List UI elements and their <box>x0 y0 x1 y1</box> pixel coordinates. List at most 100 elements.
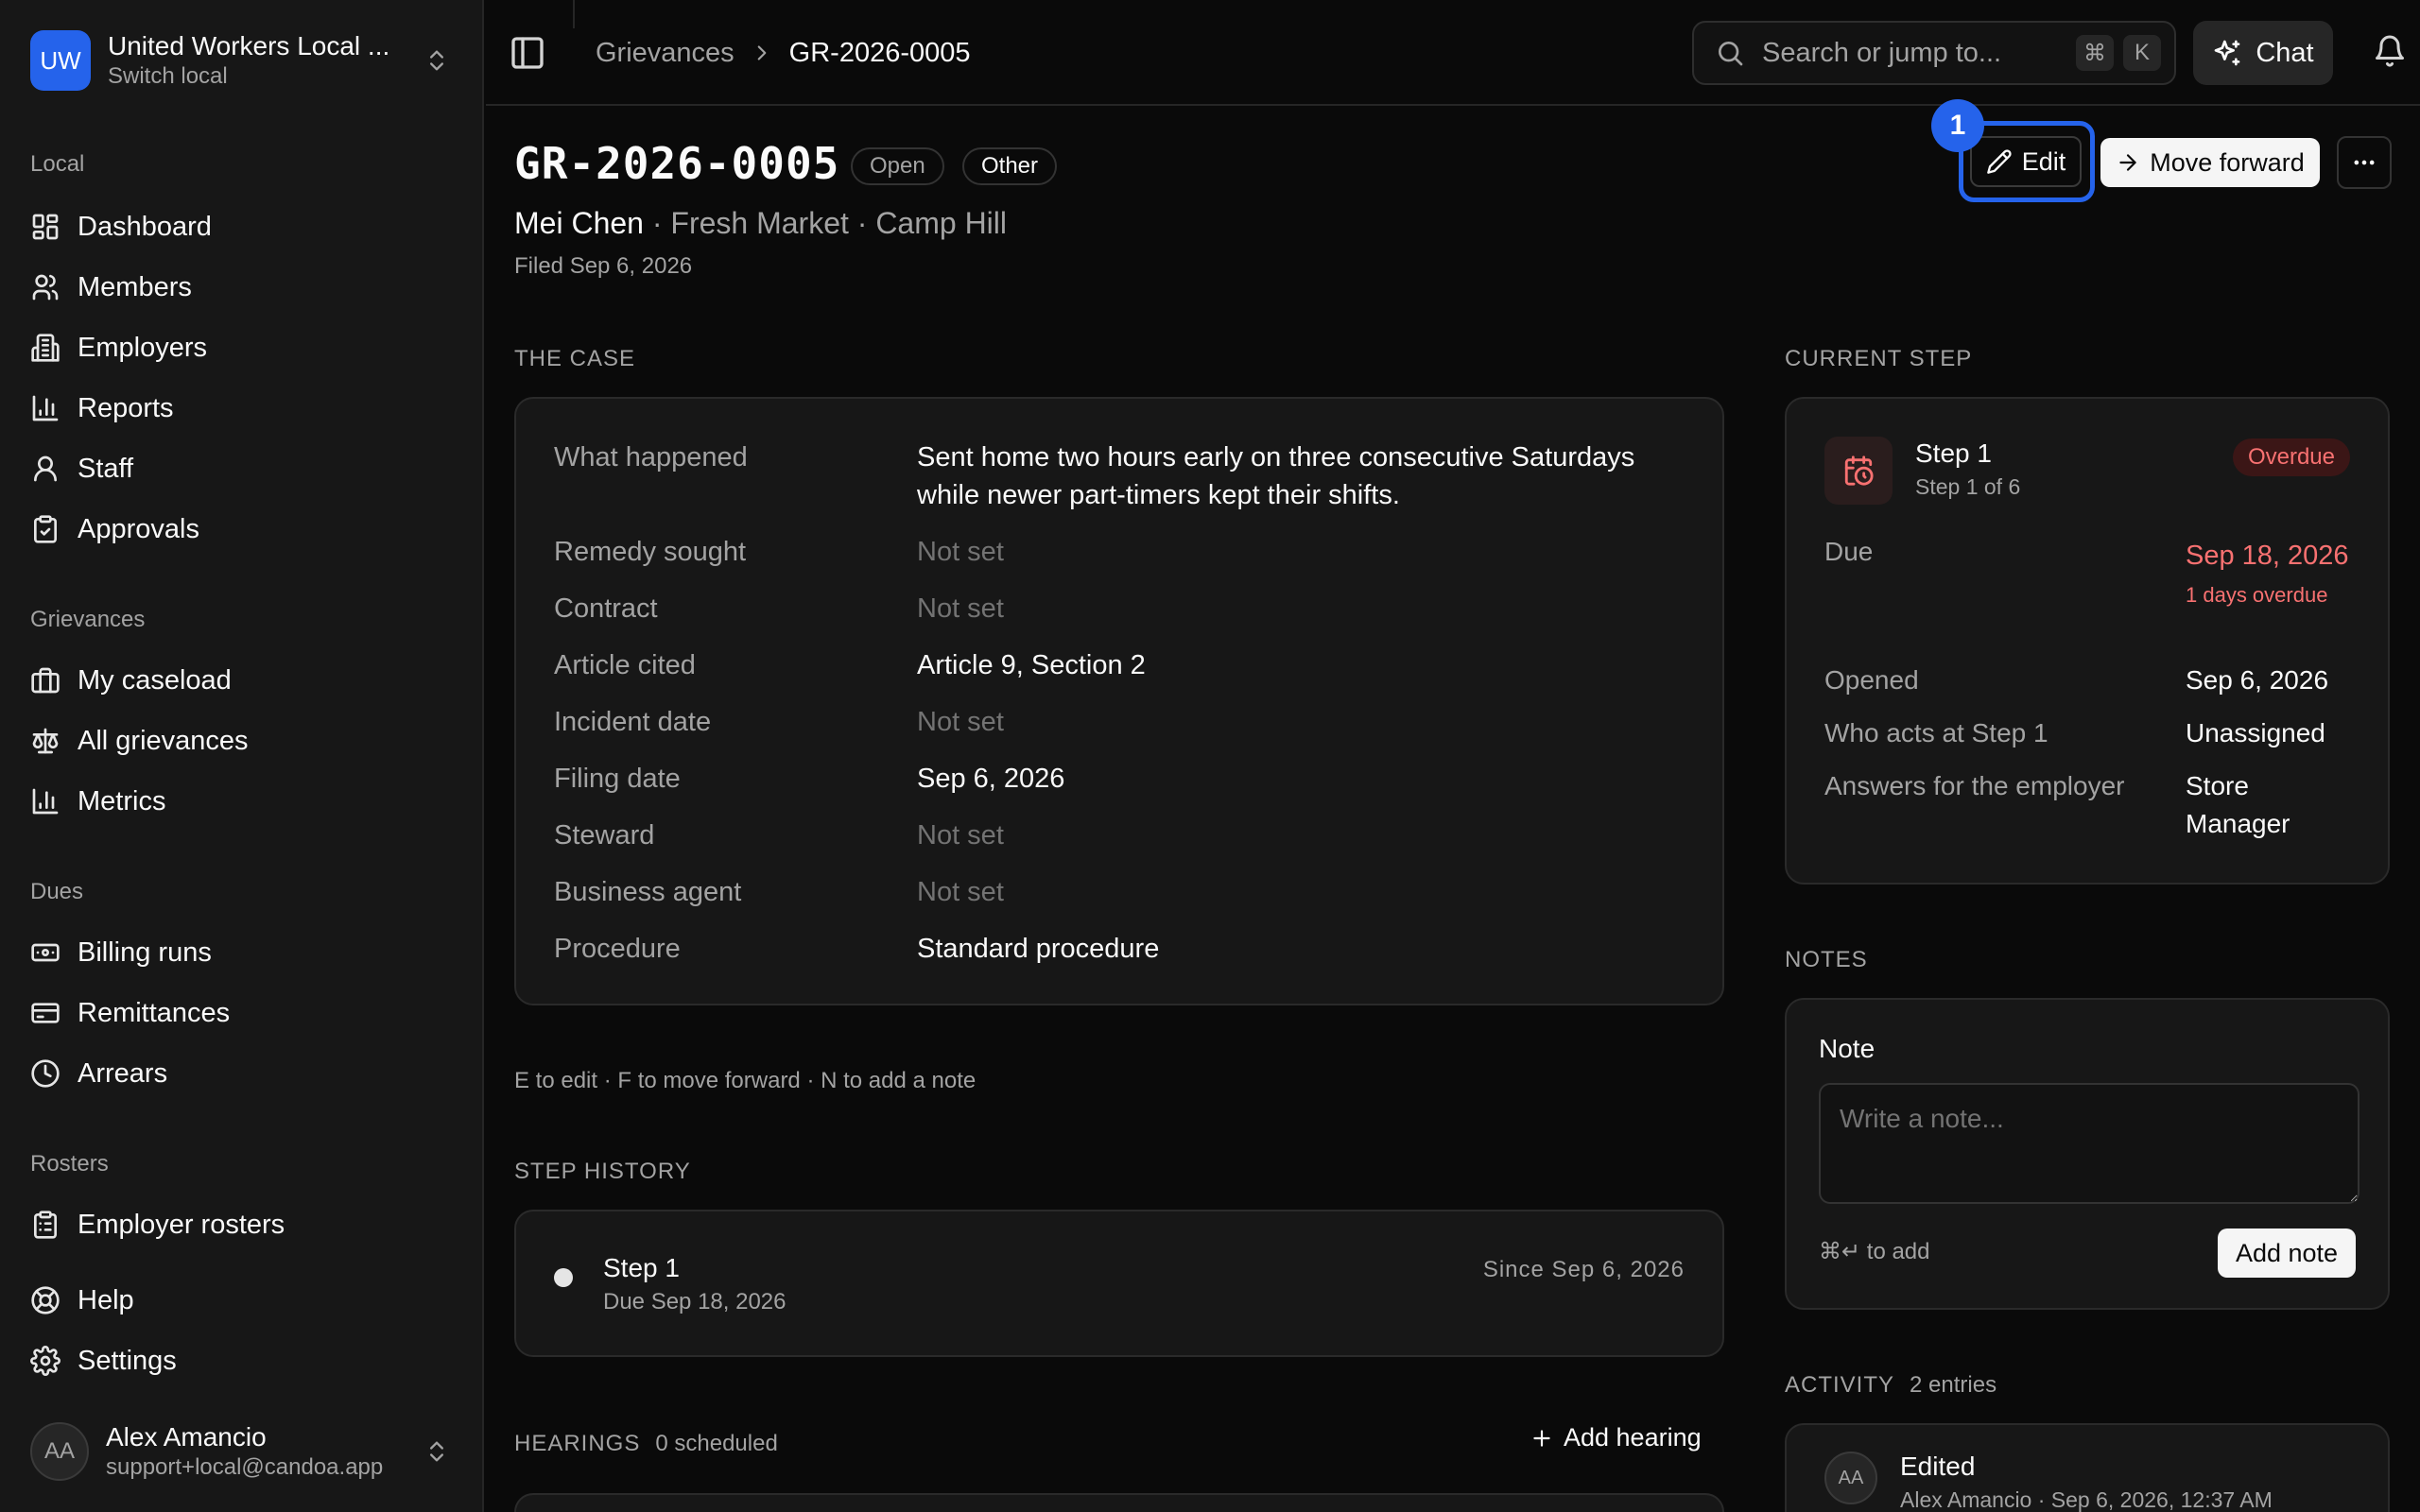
step-progress: Step 1 of 6 <box>1915 474 2021 499</box>
sidebar-item-reports[interactable]: Reports <box>15 382 469 435</box>
note-label: Note <box>1819 1034 1876 1063</box>
step-history-heading: STEP HISTORY <box>514 1159 691 1184</box>
building-icon <box>31 334 60 362</box>
case-label: What happened <box>554 442 748 472</box>
sidebar-item-label: Arrears <box>78 1057 168 1089</box>
member-line: Mei Chen · Fresh Market · Camp Hill <box>514 206 1007 240</box>
sidebar-item-label: Metrics <box>78 785 166 816</box>
timeline-dot <box>554 1268 573 1287</box>
case-row-filing-date: Filing date Sep 6, 2026 <box>554 760 1669 798</box>
sparkles-icon <box>2215 40 2240 66</box>
kbd-k: K <box>2123 35 2161 71</box>
sidebar-item-members[interactable]: Members <box>15 261 469 314</box>
case-row-what-happened: What happened Sent home two hours early … <box>554 438 1669 514</box>
sidebar-item-metrics[interactable]: Metrics <box>15 775 469 828</box>
clipboard-check-icon <box>34 515 57 543</box>
avatar: AA <box>1824 1452 1877 1504</box>
sidebar-item-label: Settings <box>78 1345 177 1376</box>
more-horizontal-icon <box>2354 160 2375 165</box>
history-step-since: Since Sep 6, 2026 <box>1482 1257 1685 1282</box>
member-name[interactable]: Mei Chen <box>514 206 644 240</box>
keyboard-shortcut-hint: E to edit · F to move forward · N to add… <box>514 1068 977 1093</box>
user-menu[interactable]: AA Alex Amancio support+local@candoa.app <box>30 1416 458 1487</box>
sidebar-item-my-caseload[interactable]: My caseload <box>15 654 469 707</box>
banknote-icon <box>31 943 60 962</box>
sidebar-item-staff[interactable]: Staff <box>15 442 469 495</box>
activity-heading: ACTIVITY 2 entries <box>1785 1372 1997 1398</box>
org-switcher[interactable]: UW United Workers Local ... Switch local <box>30 28 458 93</box>
move-forward-button[interactable]: Move forward <box>2100 138 2320 187</box>
dashboard-icon <box>32 214 59 240</box>
notes-heading: NOTES <box>1785 947 1868 972</box>
category-badge: Other <box>962 147 1058 185</box>
sidebar-item-settings[interactable]: Settings <box>15 1334 469 1387</box>
case-value: Not set <box>917 820 1004 850</box>
nav-section-rosters: Rosters <box>30 1151 109 1177</box>
sidebar-item-billing-runs[interactable]: Billing runs <box>15 926 469 979</box>
user-icon <box>34 455 57 482</box>
sidebar-item-dashboard[interactable]: Dashboard <box>15 200 469 253</box>
sidebar-item-help[interactable]: Help <box>15 1274 469 1327</box>
case-row-remedy: Remedy sought Not set <box>554 533 1669 571</box>
sidebar-item-approvals[interactable]: Approvals <box>15 503 469 556</box>
edit-label: Edit <box>2021 146 2066 176</box>
breadcrumb-grievances[interactable]: Grievances <box>596 38 735 69</box>
wallet-icon <box>31 1003 60 1023</box>
avatar: AA <box>30 1422 89 1481</box>
case-label: Filing date <box>554 764 681 794</box>
add-hearing-button[interactable]: Add hearing <box>1530 1423 1702 1452</box>
clipboard-list-icon <box>34 1211 57 1239</box>
nav-section-local: Local <box>30 151 85 177</box>
sidebar-item-label: Dashboard <box>78 211 212 242</box>
sidebar-item-arrears[interactable]: Arrears <box>15 1047 469 1100</box>
hearings-card <box>514 1493 1724 1512</box>
step-value: Sep 6, 2026 <box>2186 665 2329 695</box>
sidebar-toggle-icon[interactable] <box>509 34 546 72</box>
sidebar-item-remittances[interactable]: Remittances <box>15 987 469 1040</box>
search-placeholder: Search or jump to... <box>1762 37 2002 68</box>
pencil-icon <box>1986 149 2012 174</box>
sidebar-item-all-grievances[interactable]: All grievances <box>15 714 469 767</box>
sidebar-item-label: Staff <box>78 453 134 484</box>
topbar: Grievances GR-2026-0005 Search or jump t… <box>486 0 2420 106</box>
case-value: Not set <box>917 707 1004 737</box>
current-step-heading: CURRENT STEP <box>1785 346 1973 371</box>
sidebar-item-label: Help <box>78 1284 134 1315</box>
move-forward-label: Move forward <box>2150 147 2305 177</box>
more-button[interactable] <box>2337 136 2392 189</box>
add-note-button[interactable]: Add note <box>2218 1228 2356 1278</box>
due-value: Sep 18, 2026 1 days overdue <box>2186 537 2356 614</box>
step-label: Answers for the employer <box>1824 771 2125 800</box>
step-value: Unassigned <box>2186 718 2325 747</box>
case-label: Business agent <box>554 877 742 907</box>
sidebar-item-employer-rosters[interactable]: Employer rosters <box>15 1198 469 1251</box>
note-input[interactable] <box>1819 1083 2360 1204</box>
case-value: Not set <box>917 877 1004 907</box>
case-label: Procedure <box>554 934 681 964</box>
chat-button[interactable]: Chat <box>2193 21 2333 85</box>
step-marker-badge: 1 <box>1931 99 1984 152</box>
sidebar-item-label: Remittances <box>78 997 231 1028</box>
case-value: Not set <box>917 593 1004 624</box>
bell-icon[interactable] <box>2373 34 2407 68</box>
switch-local-label: Switch local <box>108 63 228 89</box>
activity-count: 2 entries <box>1910 1372 1997 1398</box>
chevron-right-icon <box>757 45 767 60</box>
employer-name: Fresh Market <box>670 206 849 240</box>
chat-label: Chat <box>2256 37 2314 68</box>
edit-button[interactable]: Edit <box>1970 136 2082 187</box>
nav-section-dues: Dues <box>30 879 84 904</box>
breadcrumb: Grievances GR-2026-0005 <box>596 34 971 72</box>
filed-date: Filed Sep 6, 2026 <box>514 253 693 279</box>
sidebar-item-employers[interactable]: Employers <box>15 321 469 374</box>
case-value: Sep 6, 2026 <box>917 764 1065 794</box>
overdue-text: 1 days overdue <box>2186 583 2328 607</box>
search-input[interactable]: Search or jump to... ⌘ K <box>1692 21 2176 85</box>
sidebar-item-label: Billing runs <box>78 936 212 968</box>
current-step-card: Step 1 Step 1 of 6 Overdue Due Sep 18, 2… <box>1785 397 2390 885</box>
step-label: Opened <box>1824 665 1919 695</box>
arrow-right-icon <box>2119 154 2136 171</box>
hearings-count: 0 scheduled <box>655 1431 778 1456</box>
case-card: What happened Sent home two hours early … <box>514 397 1724 1005</box>
step-label: Due <box>1824 537 1874 566</box>
